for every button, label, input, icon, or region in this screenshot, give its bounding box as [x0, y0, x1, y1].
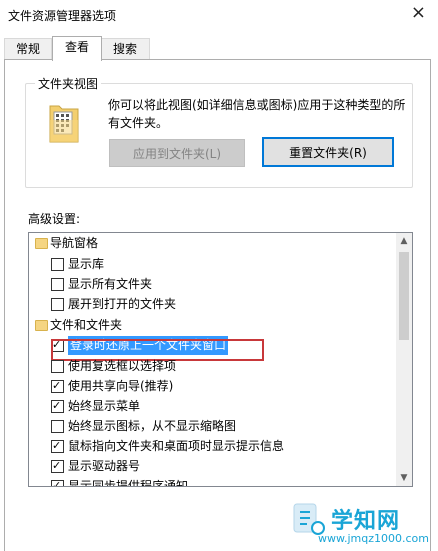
checkbox-checked[interactable]: [51, 397, 64, 414]
window-title: 文件资源管理器选项: [8, 9, 117, 23]
tab-bar: 常规 查看 搜索: [0, 36, 438, 61]
checkbox-checked[interactable]: [51, 437, 64, 454]
checkbox-checked[interactable]: [51, 477, 64, 486]
scroll-up-icon[interactable]: ▲: [396, 233, 412, 249]
vertical-scrollbar[interactable]: ▲ ▼: [396, 233, 412, 486]
tab-view[interactable]: 查看: [52, 36, 102, 61]
tab-general[interactable]: 常规: [4, 38, 52, 59]
advanced-settings-tree[interactable]: 导航窗格 显示库 显示所有文件夹 展开到打开的文件夹 文件和文件夹 登录时还原上…: [28, 232, 413, 487]
checkbox-checked[interactable]: [51, 377, 64, 394]
folder-views-label: 文件夹视图: [35, 75, 102, 92]
scrollbar-thumb[interactable]: [399, 252, 409, 340]
folder-icon: [35, 320, 48, 331]
tab-search[interactable]: 搜索: [100, 38, 150, 59]
checkbox[interactable]: [51, 258, 64, 271]
checkbox[interactable]: [51, 420, 64, 433]
watermark-name: 学知网: [331, 509, 401, 534]
scroll-down-icon[interactable]: ▼: [396, 470, 412, 486]
checkbox[interactable]: [51, 298, 64, 311]
watermark-url: www.jmqz1000.com: [318, 532, 429, 545]
folder-views-description: 你可以将此视图(如详细信息或图标)应用于这种类型的所有文件夹。: [108, 98, 406, 130]
folder-icon: [35, 238, 48, 249]
checkbox-checked[interactable]: [51, 457, 64, 474]
apply-to-folders-button[interactable]: 应用到文件夹(L): [109, 139, 245, 167]
title-bar: 文件资源管理器选项 ×: [0, 0, 438, 30]
reset-folders-button[interactable]: 重置文件夹(R): [262, 137, 394, 167]
close-icon[interactable]: ×: [411, 2, 426, 23]
checkbox[interactable]: [51, 360, 64, 373]
advanced-settings-label: 高级设置:: [28, 212, 81, 226]
checkbox[interactable]: [51, 278, 64, 291]
folder-view-icon: [49, 105, 79, 143]
